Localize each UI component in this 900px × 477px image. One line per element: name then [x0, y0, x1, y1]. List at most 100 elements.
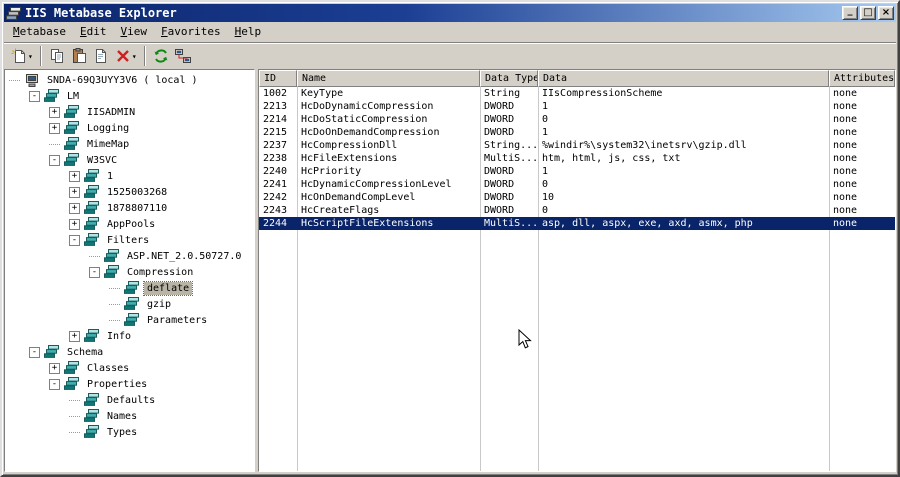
tree-label[interactable]: deflate	[142, 280, 194, 296]
cell-data: asp, dll, aspx, exe, axd, asmx, php	[542, 218, 753, 229]
expand-icon[interactable]: +	[69, 202, 80, 214]
tree-item-info[interactable]: + Info	[5, 328, 254, 344]
tree-label[interactable]: W3SVC	[84, 154, 120, 167]
tree-item-1878807110[interactable]: +1878807110	[5, 200, 254, 216]
tree-label[interactable]: IISADMIN	[84, 106, 138, 119]
list-row-1002[interactable]: 1002 KeyType String IIsCompressionScheme non…	[259, 87, 895, 100]
db-icon	[84, 201, 100, 215]
tree-label[interactable]: Types	[104, 426, 140, 439]
tree-item-classes[interactable]: + Classes	[5, 360, 254, 376]
tree-item-defaults[interactable]: Defaults	[5, 392, 254, 408]
list-row-2215[interactable]: 2215 HcDoOnDemandCompression DWORD 1 none	[259, 126, 895, 139]
tree-label[interactable]: Properties	[84, 378, 150, 391]
tree-label[interactable]: gzip	[144, 298, 174, 311]
tree-item-apppools[interactable]: + AppPools	[5, 216, 254, 232]
list-row-2214[interactable]: 2214 HcDoStaticCompression DWORD 0 none	[259, 113, 895, 126]
tree-item-compression[interactable]: - Compression	[5, 264, 254, 280]
tree-label[interactable]: MimeMap	[84, 138, 132, 151]
tree-item-logging[interactable]: + Logging	[5, 120, 254, 136]
tree-label[interactable]: Names	[104, 410, 140, 423]
edit-record-button[interactable]	[90, 45, 112, 67]
collapse-icon[interactable]: -	[49, 378, 60, 390]
collapse-icon[interactable]: -	[89, 266, 100, 278]
tree-label[interactable]: 1	[104, 170, 116, 183]
paste-button[interactable]	[68, 45, 90, 67]
tree-label[interactable]: Filters	[104, 234, 152, 247]
tree-item-schema[interactable]: - Schema	[5, 344, 254, 360]
expand-icon[interactable]: +	[49, 106, 60, 118]
expand-icon[interactable]: +	[69, 218, 80, 230]
tree-label[interactable]: Info	[104, 330, 134, 343]
tree-item-properties[interactable]: - Properties	[5, 376, 254, 392]
tree-label[interactable]: Schema	[64, 346, 106, 359]
tree-label[interactable]: Classes	[84, 362, 132, 375]
collapse-icon[interactable]: -	[29, 346, 40, 358]
column-header-data-type[interactable]: Data Type	[480, 70, 538, 87]
tree-label[interactable]: Compression	[124, 266, 196, 279]
collapse-icon[interactable]: -	[69, 234, 80, 246]
tree-item-deflate[interactable]: deflate	[5, 280, 254, 296]
tree-item-1525003268[interactable]: +1525003268	[5, 184, 254, 200]
tree-item-iisadmin[interactable]: + IISADMIN	[5, 104, 254, 120]
tree-item-lm[interactable]: - LM	[5, 88, 254, 104]
menu-view[interactable]: View	[113, 23, 154, 41]
connect-button[interactable]	[172, 45, 194, 67]
list-row-2238[interactable]: 2238 HcFileExtensions MultiS... htm, html, …	[259, 152, 895, 165]
tree-item-mimemap[interactable]: MimeMap	[5, 136, 254, 152]
tree-label[interactable]: ASP.NET_2.0.50727.0	[124, 250, 244, 263]
tree-label[interactable]: AppPools	[104, 218, 158, 231]
expand-icon[interactable]: +	[49, 122, 60, 134]
tree-item-parameters[interactable]: Parameters	[5, 312, 254, 328]
list-row-2240[interactable]: 2240 HcPriority DWORD 1 none	[259, 165, 895, 178]
menu-metabase[interactable]: Metabase	[6, 23, 73, 41]
titlebar[interactable]: IIS Metabase Explorer _ □ ×	[4, 4, 896, 22]
cell-id: 2243	[263, 205, 288, 216]
collapse-icon[interactable]: -	[49, 154, 60, 166]
menu-favorites[interactable]: Favorites	[154, 23, 228, 41]
cell-name: HcScriptFileExtensions	[301, 218, 434, 229]
list-row-2242[interactable]: 2242 HcOnDemandCompLevel DWORD 10 none	[259, 191, 895, 204]
delete-button[interactable]: ▾	[112, 45, 140, 67]
list-row-2213[interactable]: 2213 HcDoDynamicCompression DWORD 1 none	[259, 100, 895, 113]
menu-help[interactable]: Help	[228, 23, 269, 41]
tree-item-filters[interactable]: - Filters	[5, 232, 254, 248]
expand-icon[interactable]: +	[49, 362, 60, 374]
refresh-button[interactable]	[150, 45, 172, 67]
list-row-2243[interactable]: 2243 HcCreateFlags DWORD 0 none	[259, 204, 895, 217]
column-header-attributes[interactable]: Attributes	[829, 70, 895, 87]
minimize-button[interactable]: _	[842, 6, 858, 20]
tree-item-gzip[interactable]: gzip	[5, 296, 254, 312]
tree-label[interactable]: 1878807110	[104, 202, 170, 215]
tree-label[interactable]: SNDA-69Q3UYY3V6 ( local )	[44, 74, 201, 87]
expand-icon[interactable]: +	[69, 170, 80, 182]
tree-label[interactable]: LM	[64, 90, 82, 103]
dropdown-arrow-icon[interactable]: ▾	[132, 52, 137, 61]
list-row-2244[interactable]: 2244 HcScriptFileExtensions MultiS... asp, …	[259, 217, 895, 230]
copy-button[interactable]	[46, 45, 68, 67]
menu-edit[interactable]: Edit	[73, 23, 114, 41]
list-row-2237[interactable]: 2237 HcCompressionDll String... %windir%\sy…	[259, 139, 895, 152]
tree-label[interactable]: 1525003268	[104, 186, 170, 199]
tree-item-names[interactable]: Names	[5, 408, 254, 424]
column-header-name[interactable]: Name	[297, 70, 480, 87]
tree-label[interactable]: Parameters	[144, 314, 210, 327]
tree-item-snda-69q3uyy3v6-local[interactable]: SNDA-69Q3UYY3V6 ( local )	[5, 72, 254, 88]
cell-id: 2238	[263, 153, 288, 164]
expand-icon[interactable]: +	[69, 186, 80, 198]
tree-label[interactable]: Logging	[84, 122, 132, 135]
tree-item-types[interactable]: Types	[5, 424, 254, 440]
dropdown-arrow-icon[interactable]: ▾	[28, 52, 33, 61]
new-record-button[interactable]: ▾	[8, 45, 36, 67]
column-header-id[interactable]: ID	[259, 70, 297, 87]
tree-item-w3svc[interactable]: - W3SVC	[5, 152, 254, 168]
maximize-button[interactable]: □	[860, 6, 876, 20]
column-header-data[interactable]: Data	[538, 70, 829, 87]
close-button[interactable]: ×	[878, 6, 894, 20]
tree-item-1[interactable]: +1	[5, 168, 254, 184]
collapse-icon[interactable]: -	[29, 90, 40, 102]
cell-id: 1002	[263, 88, 288, 99]
tree-label[interactable]: Defaults	[104, 394, 158, 407]
expand-icon[interactable]: +	[69, 330, 80, 342]
tree-item-asp-net-2-0-50727-0[interactable]: ASP.NET_2.0.50727.0	[5, 248, 254, 264]
list-row-2241[interactable]: 2241 HcDynamicCompressionLevel DWORD 0 none	[259, 178, 895, 191]
